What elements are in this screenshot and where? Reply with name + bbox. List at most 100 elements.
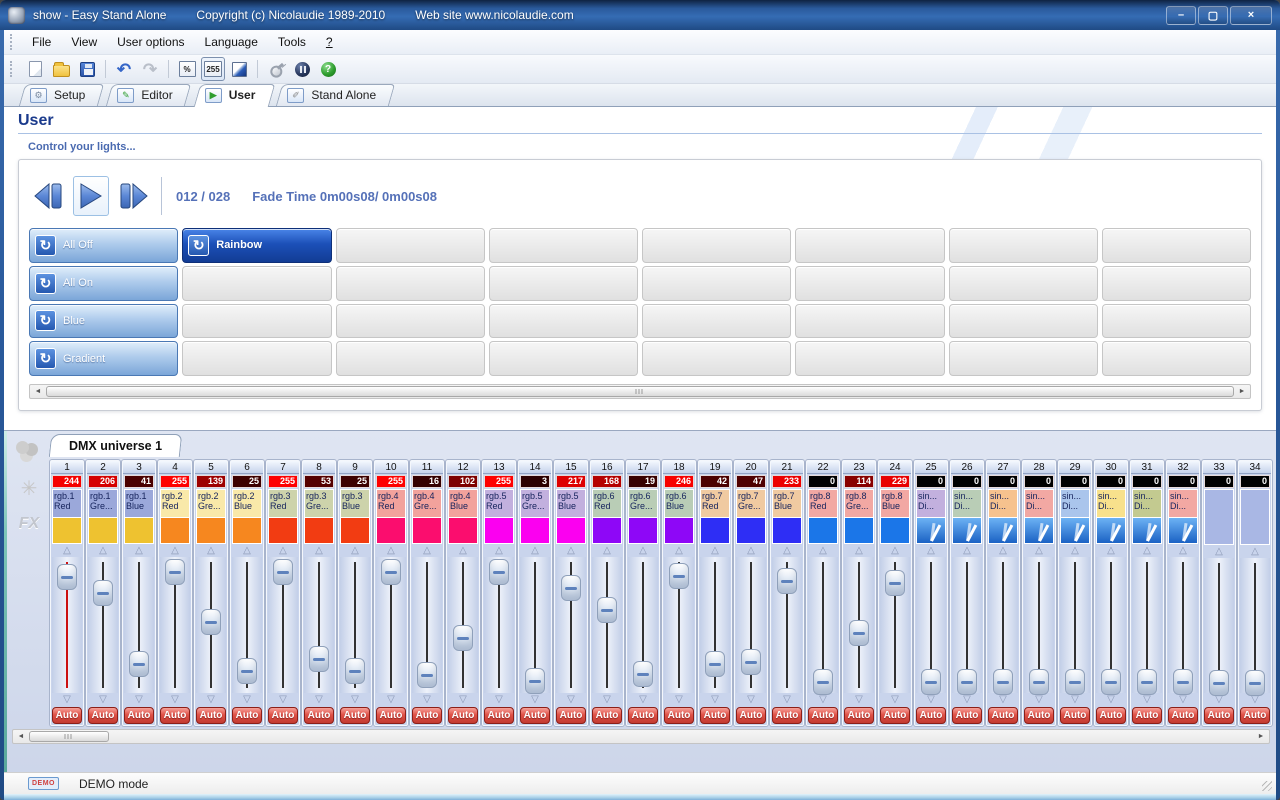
- fader-thumb[interactable]: [705, 651, 725, 677]
- scene-button-empty[interactable]: [795, 228, 944, 263]
- fader-slider[interactable]: [952, 557, 982, 693]
- auto-button[interactable]: Auto: [1132, 707, 1162, 724]
- fader-slider[interactable]: [232, 557, 262, 693]
- fader-down-button[interactable]: ▽: [195, 693, 227, 706]
- menu-view[interactable]: View: [61, 31, 107, 53]
- tab-stand-alone[interactable]: ✐ Stand Alone: [275, 84, 394, 106]
- fader-up-button[interactable]: △: [303, 544, 335, 557]
- fader-up-button[interactable]: △: [663, 544, 695, 557]
- minimize-button[interactable]: –: [1166, 6, 1196, 25]
- scene-button-empty[interactable]: [182, 304, 331, 339]
- fader-thumb[interactable]: [1209, 670, 1229, 696]
- auto-button[interactable]: Auto: [1168, 707, 1198, 724]
- fader-up-button[interactable]: △: [1239, 545, 1271, 558]
- fader-thumb[interactable]: [1173, 669, 1193, 695]
- fader-down-button[interactable]: ▽: [1167, 693, 1199, 706]
- fader-slider[interactable]: [880, 557, 910, 693]
- scene-button-empty[interactable]: [795, 304, 944, 339]
- fader-slider[interactable]: [736, 557, 766, 693]
- next-scene-button[interactable]: [115, 176, 151, 216]
- fader-down-button[interactable]: ▽: [771, 693, 803, 706]
- auto-button[interactable]: Auto: [628, 707, 658, 724]
- scene-button-empty[interactable]: [1102, 228, 1251, 263]
- fader-up-button[interactable]: △: [447, 544, 479, 557]
- scene-button-empty[interactable]: [949, 341, 1098, 376]
- fader-slider[interactable]: [268, 557, 298, 693]
- key-button[interactable]: [264, 57, 288, 81]
- fader-slider[interactable]: [916, 557, 946, 693]
- fader-up-button[interactable]: △: [555, 544, 587, 557]
- fader-down-button[interactable]: ▽: [1095, 693, 1127, 706]
- fader-up-button[interactable]: △: [951, 544, 983, 557]
- fader-up-button[interactable]: △: [1203, 545, 1235, 558]
- dmx-universe-tab[interactable]: DMX universe 1: [49, 434, 183, 457]
- fader-up-button[interactable]: △: [51, 544, 83, 557]
- scroll-left-arrow-icon[interactable]: ◄: [31, 386, 45, 397]
- fader-slider[interactable]: [988, 557, 1018, 693]
- info-button[interactable]: [290, 57, 314, 81]
- fader-thumb[interactable]: [129, 651, 149, 677]
- scene-button-empty[interactable]: [489, 304, 638, 339]
- fader-down-button[interactable]: ▽: [807, 693, 839, 706]
- tab-editor[interactable]: ✎ Editor: [105, 84, 190, 106]
- fader-up-button[interactable]: △: [1167, 544, 1199, 557]
- fader-slider[interactable]: [340, 557, 370, 693]
- fader-thumb[interactable]: [1029, 669, 1049, 695]
- auto-button[interactable]: Auto: [952, 707, 982, 724]
- fader-up-button[interactable]: △: [771, 544, 803, 557]
- auto-button[interactable]: Auto: [772, 707, 802, 724]
- fader-down-button[interactable]: ▽: [483, 693, 515, 706]
- auto-button[interactable]: Auto: [988, 707, 1018, 724]
- scene-button-empty[interactable]: [1102, 266, 1251, 301]
- fader-thumb[interactable]: [777, 568, 797, 594]
- auto-button[interactable]: Auto: [124, 707, 154, 724]
- scene-button-empty[interactable]: [336, 228, 485, 263]
- fader-thumb[interactable]: [57, 564, 77, 590]
- fader-up-button[interactable]: △: [267, 544, 299, 557]
- fader-up-button[interactable]: △: [87, 544, 119, 557]
- fader-down-button[interactable]: ▽: [51, 693, 83, 706]
- menu-file[interactable]: File: [22, 31, 61, 53]
- auto-button[interactable]: Auto: [412, 707, 442, 724]
- fader-up-button[interactable]: △: [1059, 544, 1091, 557]
- fader-up-button[interactable]: △: [879, 544, 911, 557]
- fader-down-button[interactable]: ▽: [159, 693, 191, 706]
- fader-slider[interactable]: [808, 557, 838, 693]
- fader-thumb[interactable]: [921, 669, 941, 695]
- fader-thumb[interactable]: [849, 620, 869, 646]
- fader-down-button[interactable]: ▽: [1131, 693, 1163, 706]
- fader-up-button[interactable]: △: [735, 544, 767, 557]
- help-button[interactable]: ?: [316, 57, 340, 81]
- fader-thumb[interactable]: [165, 559, 185, 585]
- fader-thumb[interactable]: [813, 669, 833, 695]
- fader-thumb[interactable]: [309, 646, 329, 672]
- fader-thumb[interactable]: [993, 669, 1013, 695]
- auto-button[interactable]: Auto: [592, 707, 622, 724]
- scene-button-rainbow[interactable]: ↻ Rainbow: [182, 228, 331, 263]
- fader-slider[interactable]: [772, 557, 802, 693]
- close-button[interactable]: ×: [1230, 6, 1272, 25]
- scene-button-empty[interactable]: [642, 341, 791, 376]
- undo-button[interactable]: ↶: [112, 57, 136, 81]
- auto-button[interactable]: Auto: [916, 707, 946, 724]
- auto-button[interactable]: Auto: [520, 707, 550, 724]
- fader-slider[interactable]: [196, 557, 226, 693]
- scene-button-empty[interactable]: [949, 266, 1098, 301]
- fader-up-button[interactable]: △: [627, 544, 659, 557]
- fader-thumb[interactable]: [525, 668, 545, 694]
- starburst-icon[interactable]: ✳: [21, 479, 38, 499]
- fader-down-button[interactable]: ▽: [699, 693, 731, 706]
- fader-scrollbar[interactable]: ◄ ►: [12, 729, 1270, 744]
- fader-slider[interactable]: [88, 557, 118, 693]
- scene-button-empty[interactable]: [336, 266, 485, 301]
- fader-slider[interactable]: [592, 557, 622, 693]
- fader-slider[interactable]: [1204, 558, 1234, 693]
- auto-button[interactable]: Auto: [268, 707, 298, 724]
- fader-down-button[interactable]: ▽: [519, 693, 551, 706]
- fader-slider[interactable]: [844, 557, 874, 693]
- menu--[interactable]: ?: [316, 31, 343, 53]
- auto-button[interactable]: Auto: [484, 707, 514, 724]
- fader-slider[interactable]: [520, 557, 550, 693]
- fader-thumb[interactable]: [93, 580, 113, 606]
- scene-button-empty[interactable]: [1102, 341, 1251, 376]
